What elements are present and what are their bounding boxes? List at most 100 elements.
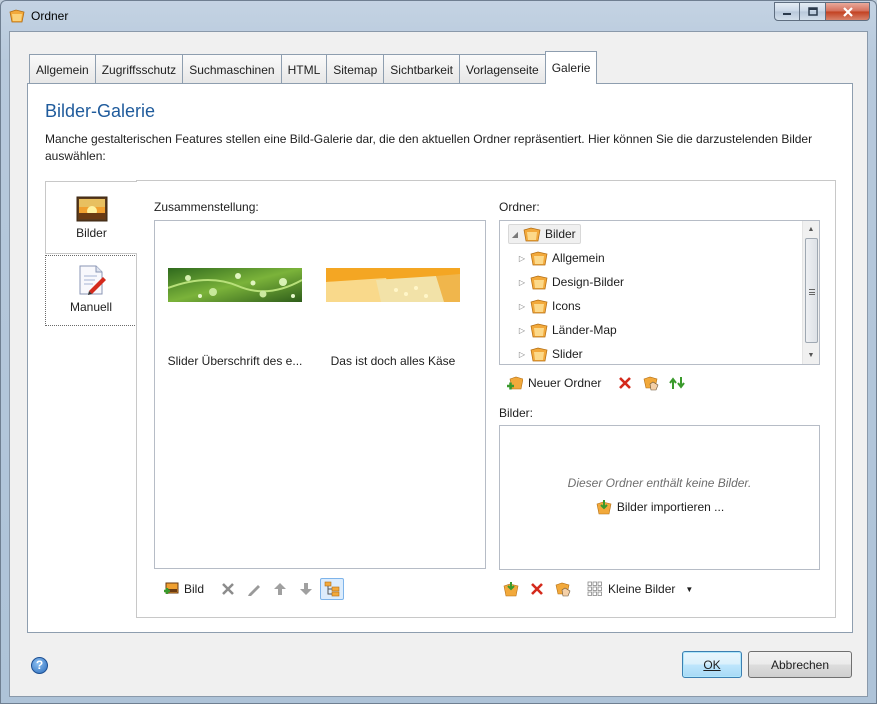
tree-item-label: Slider bbox=[552, 347, 583, 361]
tree-view-toggle[interactable] bbox=[320, 578, 345, 600]
tree-item-allgemein[interactable]: ▷ Allgemein bbox=[516, 248, 605, 268]
tab-suchmaschinen[interactable]: Suchmaschinen bbox=[182, 54, 282, 84]
import-images-link[interactable]: Bilder importieren ... bbox=[500, 499, 819, 515]
tree-item-label: Design-Bilder bbox=[552, 275, 625, 289]
tab-zugriffsschutz[interactable]: Zugriffsschutz bbox=[94, 54, 184, 84]
thumbnail-cheese[interactable] bbox=[326, 268, 460, 302]
expand-arrow-icon[interactable]: ▷ bbox=[516, 350, 528, 359]
dialog-client: Allgemein Zugriffsschutz Suchmaschinen H… bbox=[9, 31, 868, 697]
tree-item-laender-map[interactable]: ▷ Länder-Map bbox=[516, 320, 617, 340]
tab-bar: Allgemein Zugriffsschutz Suchmaschinen H… bbox=[29, 51, 598, 84]
tree-item-label: Icons bbox=[552, 299, 581, 313]
title-bar[interactable]: Ordner bbox=[1, 1, 876, 31]
expand-arrow-icon[interactable]: ▷ bbox=[516, 278, 528, 287]
tab-label: Sichtbarkeit bbox=[390, 62, 453, 77]
thumbnail-leaf[interactable] bbox=[168, 268, 302, 302]
image-properties-button[interactable] bbox=[551, 578, 575, 600]
window-controls bbox=[774, 2, 870, 21]
folder-icon bbox=[530, 275, 548, 290]
folders-label: Ordner: bbox=[499, 200, 540, 214]
side-tab-manuell[interactable]: Manuell bbox=[45, 255, 137, 326]
move-down-button[interactable] bbox=[294, 578, 318, 600]
move-up-button[interactable] bbox=[268, 578, 292, 600]
close-button[interactable] bbox=[826, 2, 870, 21]
tab-allgemein[interactable]: Allgemein bbox=[29, 54, 96, 84]
tab-label: Galerie bbox=[551, 61, 591, 75]
delete-images-button[interactable] bbox=[525, 578, 549, 600]
delete-icon bbox=[619, 377, 632, 389]
picture-icon bbox=[76, 196, 107, 222]
tree-view-icon bbox=[324, 581, 340, 597]
side-tab-label: Bilder bbox=[76, 226, 107, 240]
view-mode-label: Kleine Bilder bbox=[608, 582, 676, 596]
tree-item-slider[interactable]: ▷ Slider bbox=[516, 344, 583, 364]
expand-arrow-icon[interactable]: ▷ bbox=[516, 254, 528, 263]
scroll-down-arrow-icon[interactable]: ▼ bbox=[803, 347, 819, 364]
sort-folders-button[interactable] bbox=[665, 372, 689, 394]
tree-item-root[interactable]: ◢ Bilder bbox=[508, 224, 581, 244]
page-description: Manche gestalterischen Features stellen … bbox=[45, 132, 813, 163]
document-edit-icon bbox=[79, 265, 106, 295]
tree-item-icons[interactable]: ▷ Icons bbox=[516, 296, 581, 316]
tree-item-design-bilder[interactable]: ▷ Design-Bilder bbox=[516, 272, 624, 292]
folder-icon bbox=[530, 323, 548, 338]
edit-image-button[interactable] bbox=[242, 578, 266, 600]
folder-import-icon bbox=[503, 582, 519, 597]
thumbnail-caption: Slider Überschrift des e... bbox=[167, 354, 303, 368]
tab-label: Allgemein bbox=[36, 62, 89, 77]
images-label: Bilder: bbox=[499, 406, 534, 420]
delete-folder-button[interactable] bbox=[613, 372, 637, 394]
minimize-button[interactable] bbox=[774, 2, 800, 21]
tab-vorlagenseite[interactable]: Vorlagenseite bbox=[458, 54, 546, 84]
images-toolbar: Kleine Bilder ▼ bbox=[499, 577, 699, 601]
composition-list[interactable]: Slider Überschrift des e... Das ist doch… bbox=[154, 220, 486, 569]
gallery-content: Zusammenstellung: Slider Überschrift des bbox=[136, 180, 836, 618]
ok-button[interactable]: OK bbox=[682, 651, 742, 678]
collapse-arrow-icon[interactable]: ◢ bbox=[509, 230, 521, 239]
empty-message: Dieser Ordner enthält keine Bilder. bbox=[567, 476, 752, 490]
folder-tree[interactable]: ◢ Bilder ▷ Allgemein ▷ Design-Bilder ▷ I… bbox=[499, 220, 820, 365]
cancel-label: Abbrechen bbox=[770, 657, 830, 672]
tab-html[interactable]: HTML bbox=[280, 54, 328, 84]
remove-image-button[interactable] bbox=[216, 578, 240, 600]
add-image-icon bbox=[164, 582, 179, 594]
delete-icon bbox=[222, 583, 234, 595]
arrow-down-icon bbox=[300, 583, 313, 595]
folder-toolbar: Neuer Ordner bbox=[503, 371, 691, 395]
add-image-button[interactable]: Bild bbox=[159, 578, 208, 600]
tab-sitemap[interactable]: Sitemap bbox=[326, 54, 385, 84]
import-label: Bilder importieren ... bbox=[616, 500, 725, 514]
maximize-button[interactable] bbox=[800, 2, 826, 21]
tree-item-label: Allgemein bbox=[552, 251, 605, 265]
tree-item-label: Länder-Map bbox=[552, 323, 617, 337]
folder-tree-scrollbar[interactable]: ▲ ▼ bbox=[802, 221, 819, 364]
side-tab-label: Manuell bbox=[69, 300, 113, 314]
folder-icon bbox=[530, 299, 548, 314]
tab-galerie[interactable]: Galerie bbox=[544, 51, 598, 84]
images-list[interactable]: Dieser Ordner enthält keine Bilder. Bild… bbox=[499, 425, 820, 570]
tab-label: HTML bbox=[287, 62, 321, 77]
help-icon[interactable]: ? bbox=[31, 657, 48, 674]
composition-label: Zusammenstellung: bbox=[154, 200, 259, 214]
expand-arrow-icon[interactable]: ▷ bbox=[516, 302, 528, 311]
scroll-grip bbox=[809, 289, 815, 295]
new-folder-icon bbox=[507, 376, 523, 390]
pencil-icon bbox=[248, 585, 261, 596]
galerie-panel: Bilder-Galerie Manche gestalterischen Fe… bbox=[27, 83, 853, 633]
maximize-icon bbox=[807, 7, 818, 16]
expand-arrow-icon[interactable]: ▷ bbox=[516, 326, 528, 335]
view-mode-dropdown[interactable]: Kleine Bilder ▼ bbox=[583, 578, 697, 600]
new-folder-label: Neuer Ordner bbox=[528, 376, 602, 390]
scroll-thumb[interactable] bbox=[805, 238, 818, 343]
ok-label: OK bbox=[703, 657, 721, 672]
folder-properties-button[interactable] bbox=[639, 372, 663, 394]
tab-label: Vorlagenseite bbox=[465, 62, 539, 77]
import-button[interactable] bbox=[499, 578, 523, 600]
side-tab-bilder[interactable]: Bilder bbox=[45, 181, 137, 254]
folder-icon bbox=[530, 251, 548, 266]
window-title: Ordner bbox=[31, 9, 69, 23]
scroll-up-arrow-icon[interactable]: ▲ bbox=[803, 221, 819, 238]
tab-sichtbarkeit[interactable]: Sichtbarkeit bbox=[383, 54, 460, 84]
cancel-button[interactable]: Abbrechen bbox=[748, 651, 852, 678]
new-folder-button[interactable]: Neuer Ordner bbox=[503, 372, 605, 394]
